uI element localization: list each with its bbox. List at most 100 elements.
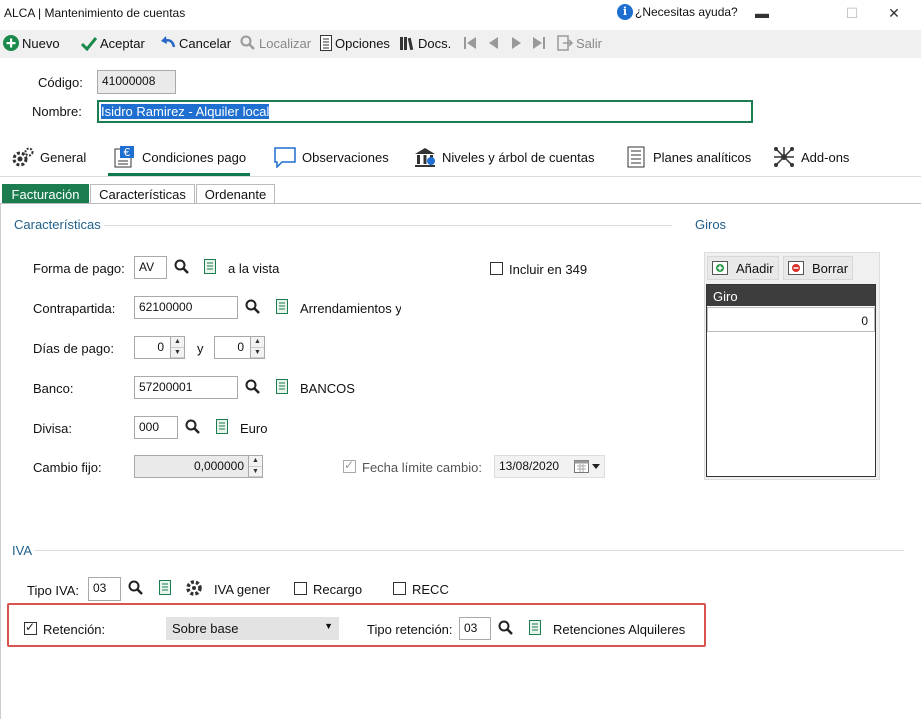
tab-general[interactable]: General <box>12 142 86 172</box>
retencion-mode-select[interactable]: Sobre base ▼ <box>166 617 339 640</box>
aceptar-label: Aceptar <box>100 35 145 51</box>
tab-planes-analiticos-label: Planes analíticos <box>653 149 752 165</box>
recc-label: RECC <box>412 582 449 597</box>
checkmark-icon <box>81 37 97 51</box>
contrapartida-description: Arrendamientos y <box>300 301 401 316</box>
section-title-giros: Giros <box>695 217 727 232</box>
dias-pago-2-spinner[interactable]: ▲ ▼ <box>250 337 264 358</box>
gears-icon <box>12 147 34 167</box>
list-document-icon <box>627 146 645 168</box>
aceptar-button[interactable]: Aceptar <box>81 35 145 51</box>
subtab-facturacion[interactable]: Facturación <box>2 184 89 204</box>
incluir-349-checkbox[interactable] <box>490 262 503 275</box>
subtab-ordenante[interactable]: Ordenante <box>196 184 275 204</box>
tab-planes-analiticos[interactable]: Planes analíticos <box>625 142 751 172</box>
section-divider <box>104 225 672 226</box>
search-icon[interactable] <box>498 620 514 636</box>
section-title-caracteristicas: Características <box>14 217 101 232</box>
subtab-caracteristicas[interactable]: Características <box>90 184 195 204</box>
banco-field[interactable]: 57200001 <box>134 376 238 399</box>
gear-icon[interactable] <box>185 579 203 597</box>
opciones-button[interactable]: Opciones <box>320 35 390 51</box>
salir-label: Salir <box>576 35 603 51</box>
dias-pago-y-label: y <box>197 341 204 356</box>
delete-row-icon <box>788 261 804 275</box>
retencion-checkbox[interactable] <box>24 620 37 635</box>
tab-condiciones-pago-label: Condiciones pago <box>142 149 247 165</box>
previous-record-icon[interactable] <box>486 35 500 51</box>
nombre-label: Nombre: <box>32 104 82 119</box>
document-icon[interactable] <box>204 259 216 274</box>
recc-checkbox[interactable] <box>393 582 406 595</box>
maximize-button[interactable]: ☐ <box>832 0 872 27</box>
retencion-mode-value: Sobre base <box>172 621 239 636</box>
tipo-iva-field[interactable]: 03 <box>88 577 121 601</box>
first-record-icon[interactable] <box>463 35 477 51</box>
bank-building-icon <box>415 148 435 167</box>
last-record-icon[interactable] <box>532 35 546 51</box>
divisa-field[interactable]: 000 <box>134 416 178 439</box>
codigo-field[interactable]: 41000008 <box>97 70 176 94</box>
search-icon[interactable] <box>174 259 190 275</box>
list-document-icon <box>320 35 332 51</box>
localizar-button[interactable]: Localizar <box>240 35 311 51</box>
plus-circle-icon <box>3 35 19 51</box>
giros-column-header[interactable]: Giro <box>707 285 875 306</box>
calendar-dropdown-icon[interactable] <box>574 459 602 474</box>
help-info-icon[interactable]: i <box>617 4 633 20</box>
search-icon[interactable] <box>245 299 261 315</box>
undo-arrow-icon <box>161 36 176 48</box>
fecha-limite-checkbox[interactable] <box>343 458 356 473</box>
tab-condiciones-pago[interactable]: € Condiciones pago <box>114 142 246 172</box>
svg-text:€: € <box>124 146 131 159</box>
help-link[interactable]: ¿Necesitas ayuda? <box>635 5 738 19</box>
next-record-icon[interactable] <box>509 35 523 51</box>
cambio-fijo-field[interactable]: 0,000000 <box>134 455 263 478</box>
search-icon[interactable] <box>128 580 144 596</box>
document-icon[interactable] <box>276 379 288 394</box>
tipo-retencion-label: Tipo retención: <box>367 622 453 637</box>
nombre-field[interactable]: Isidro Ramirez - Alquiler local <box>97 100 753 123</box>
forma-pago-field[interactable]: AV <box>134 256 167 279</box>
books-icon <box>400 37 414 51</box>
giros-add-button[interactable]: Añadir <box>707 256 779 280</box>
search-icon <box>240 35 255 50</box>
tab-add-ons[interactable]: Add-ons <box>773 142 849 172</box>
document-icon[interactable] <box>276 299 288 314</box>
banco-label: Banco: <box>33 381 74 396</box>
giros-delete-button[interactable]: Borrar <box>783 256 854 280</box>
tipo-retencion-field[interactable]: 03 <box>459 617 491 640</box>
search-icon[interactable] <box>245 379 261 395</box>
contrapartida-field[interactable]: 62100000 <box>134 296 238 319</box>
tab-add-ons-label: Add-ons <box>801 149 850 165</box>
document-icon[interactable] <box>159 580 171 595</box>
euro-document-icon: € <box>114 146 134 168</box>
cambio-fijo-label: Cambio fijo: <box>33 460 102 475</box>
close-button[interactable]: ✕ <box>874 0 914 27</box>
nuevo-button[interactable]: Nuevo <box>3 35 60 51</box>
record-navigation <box>463 35 546 51</box>
salir-button[interactable]: Salir <box>557 35 602 51</box>
giros-add-label: Añadir <box>736 260 774 276</box>
divisa-label: Divisa: <box>33 421 73 436</box>
exit-icon <box>557 35 573 51</box>
docs-button[interactable]: Docs. <box>399 35 451 51</box>
minimize-button[interactable]: ▬ <box>742 0 782 27</box>
docs-label: Docs. <box>418 35 452 51</box>
fecha-limite-label: Fecha límite cambio: <box>362 460 482 475</box>
giros-grid-cell[interactable]: 0 <box>707 307 875 332</box>
tab-niveles-arbol[interactable]: Niveles y árbol de cuentas <box>414 142 594 172</box>
tipo-iva-description: IVA gener <box>214 582 271 597</box>
title-bar: ALCA | Mantenimiento de cuentas i ¿Neces… <box>0 0 921 27</box>
cambio-fijo-spinner[interactable]: ▲ ▼ <box>248 456 262 477</box>
tab-general-label: General <box>40 149 87 165</box>
contrapartida-label: Contrapartida: <box>33 301 116 316</box>
dias-pago-1-spinner[interactable]: ▲ ▼ <box>170 337 184 358</box>
search-icon[interactable] <box>185 419 201 435</box>
document-icon[interactable] <box>529 620 541 635</box>
document-icon[interactable] <box>216 419 228 434</box>
cancelar-button[interactable]: Cancelar <box>160 35 231 51</box>
incluir-349-label: Incluir en 349 <box>509 262 588 277</box>
recargo-checkbox[interactable] <box>294 582 307 595</box>
tab-observaciones[interactable]: Observaciones <box>274 142 389 172</box>
